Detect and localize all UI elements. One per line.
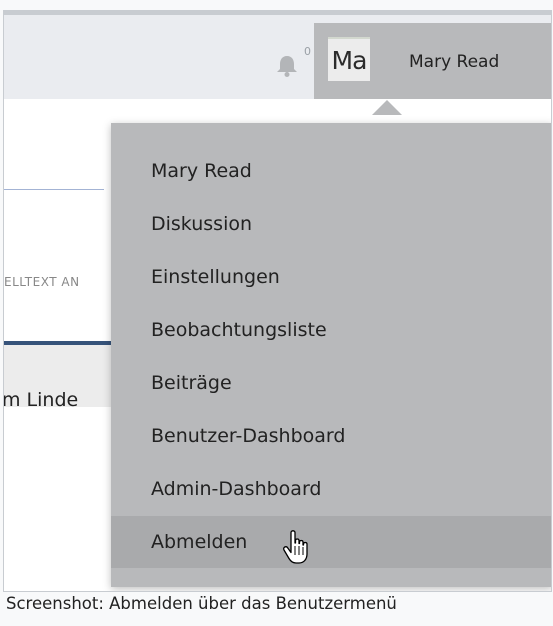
tab-label[interactable]: ELLTEXT AN <box>4 275 80 289</box>
menu-item-admin-dashboard[interactable]: Admin-Dashboard <box>111 463 551 515</box>
menu-item-user-dashboard[interactable]: Benutzer-Dashboard <box>111 410 551 462</box>
menu-pointer <box>372 100 402 115</box>
notification-count[interactable]: 0 <box>304 45 311 58</box>
page-content-background: ELLTEXT AN m Linde <box>4 99 112 591</box>
top-bar: 0 Ma Mary Read <box>4 11 551 99</box>
top-border <box>4 11 551 15</box>
avatar[interactable]: Ma <box>328 37 370 81</box>
figure-caption: Screenshot: Abmelden über das Benutzerme… <box>6 594 397 613</box>
menu-item-preferences[interactable]: Einstellungen <box>111 251 551 303</box>
figure-frame: 0 Ma Mary Read ELLTEXT AN m Linde Mary R… <box>0 0 553 626</box>
list-item-text[interactable]: m Linde <box>4 389 78 411</box>
menu-item-user-page[interactable]: Mary Read <box>111 145 551 197</box>
search-input[interactable] <box>4 139 104 190</box>
bell-icon[interactable] <box>274 53 300 79</box>
menu-item-contributions[interactable]: Beiträge <box>111 357 551 409</box>
menu-item-watchlist[interactable]: Beobachtungsliste <box>111 304 551 356</box>
user-dropdown-menu: Mary Read Diskussion Einstellungen Beoba… <box>111 123 551 587</box>
menu-item-discussion[interactable]: Diskussion <box>111 198 551 250</box>
hand-pointer-icon <box>283 530 308 564</box>
screenshot: 0 Ma Mary Read ELLTEXT AN m Linde Mary R… <box>3 10 552 592</box>
user-name[interactable]: Mary Read <box>409 52 499 72</box>
menu-item-logout[interactable]: Abmelden <box>111 516 551 568</box>
user-menu-trigger[interactable]: Ma Mary Read <box>314 23 551 99</box>
